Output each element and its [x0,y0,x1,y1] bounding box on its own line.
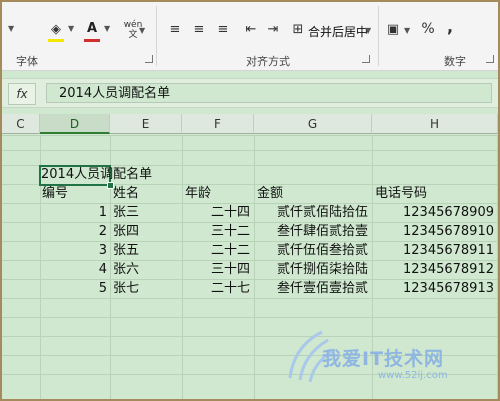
number-dialog-launcher[interactable] [486,55,494,63]
row-phone[interactable]: 12345678910 [374,223,494,241]
row-age[interactable]: 三十二 [184,223,250,241]
fill-color-caret[interactable]: ▼ [68,24,74,33]
row-id[interactable]: 1 [42,204,107,222]
column-header-g[interactable]: G [254,114,372,134]
ribbon: ▼ ◈ ▼ A ▼ wén 文 ▼ 字体 ≡ ≡ ≡ ⇤ ⇥ ⊞ 合并后居中 ▼ … [2,2,498,71]
row-id[interactable]: 4 [42,261,107,279]
align-left-icon[interactable]: ≡ [166,22,184,38]
row-name[interactable]: 张四 [113,223,139,241]
font-group: ▼ ◈ ▼ A ▼ wén 文 ▼ 字体 [2,2,154,70]
percent-button[interactable]: % [420,21,436,37]
alignment-group: ≡ ≡ ≡ ⇤ ⇥ ⊞ 合并后居中 ▼ 对齐方式 [158,2,372,70]
font-dialog-launcher[interactable] [145,55,153,63]
font-color-caret[interactable]: ▼ [104,24,110,33]
row-phone[interactable]: 12345678913 [374,280,494,298]
comma-style-button[interactable]: , [442,19,458,35]
number-group-label: 数字 [444,55,466,68]
row-amount[interactable]: 贰仟伍佰叁拾贰 [256,242,368,260]
row-age[interactable]: 二十四 [184,204,250,222]
row-amount[interactable]: 叁仟壹佰壹拾贰 [256,280,368,298]
row-name[interactable]: 张三 [113,204,139,222]
column-header-f[interactable]: F [182,114,254,134]
watermark-text: 我爱IT技术网 [322,348,445,370]
ribbon-separator [378,6,379,66]
row-phone[interactable]: 12345678909 [374,204,494,222]
header-name[interactable]: 姓名 [113,185,139,203]
align-center-icon[interactable]: ≡ [190,22,208,38]
formula-bar: fx 2014人员调配名单 [2,78,498,108]
font-size-dropdown-caret[interactable]: ▼ [8,24,14,33]
font-color-icon[interactable]: A [84,21,100,37]
row-amount[interactable]: 贰仟贰佰陆拾伍 [256,204,368,222]
alignment-group-label: 对齐方式 [246,55,290,68]
column-header-d[interactable]: D [40,114,110,134]
align-right-icon[interactable]: ≡ [214,22,232,38]
formula-input[interactable]: 2014人员调配名单 [46,83,492,103]
column-header-h[interactable]: H [372,114,498,134]
currency-caret[interactable]: ▼ [404,26,410,35]
fill-color-swatch [48,39,64,42]
row-name[interactable]: 张七 [113,280,139,298]
phonetic-caret[interactable]: ▼ [139,26,145,35]
column-header-e[interactable]: E [110,114,182,134]
header-amount[interactable]: 金额 [257,185,283,203]
site-watermark: 我爱IT技术网 www.52ij.com [282,322,492,392]
currency-icon[interactable]: ▣ [384,22,402,38]
merge-center-icon[interactable]: ⊞ [290,22,306,38]
header-phone[interactable]: 电话号码 [375,185,427,203]
header-id[interactable]: 编号 [42,185,68,203]
spreadsheet-window: ▼ ◈ ▼ A ▼ wén 文 ▼ 字体 ≡ ≡ ≡ ⇤ ⇥ ⊞ 合并后居中 ▼ … [0,0,500,401]
ribbon-separator [156,6,157,66]
row-id[interactable]: 5 [42,280,107,298]
row-name[interactable]: 张六 [113,261,139,279]
merge-center-caret[interactable]: ▼ [365,26,371,35]
row-age[interactable]: 三十四 [184,261,250,279]
row-id[interactable]: 3 [42,242,107,260]
number-group: ▣ ▼ % , 数字 [380,2,498,70]
row-phone[interactable]: 12345678911 [374,242,494,260]
font-color-swatch [84,39,100,42]
merge-center-button[interactable]: 合并后居中 [308,23,368,40]
insert-function-button[interactable]: fx [8,83,36,105]
decrease-indent-icon[interactable]: ⇤ [242,22,260,38]
fill-color-icon[interactable]: ◈ [46,22,66,38]
row-age[interactable]: 二十七 [184,280,250,298]
row-name[interactable]: 张五 [113,242,139,260]
watermark-url: www.52ij.com [378,370,448,381]
row-amount[interactable]: 贰仟捌佰柒拾陆 [256,261,368,279]
row-age[interactable]: 二十二 [184,242,250,260]
header-age[interactable]: 年龄 [185,185,211,203]
font-group-label: 字体 [16,55,38,68]
row-id[interactable]: 2 [42,223,107,241]
increase-indent-icon[interactable]: ⇥ [264,22,282,38]
sheet-title-cell[interactable]: 2014人员调配名单 [41,166,152,184]
row-amount[interactable]: 叁仟肆佰贰拾壹 [256,223,368,241]
row-phone[interactable]: 12345678912 [374,261,494,279]
alignment-dialog-launcher[interactable] [362,55,370,63]
column-header-c[interactable]: C [2,114,40,134]
